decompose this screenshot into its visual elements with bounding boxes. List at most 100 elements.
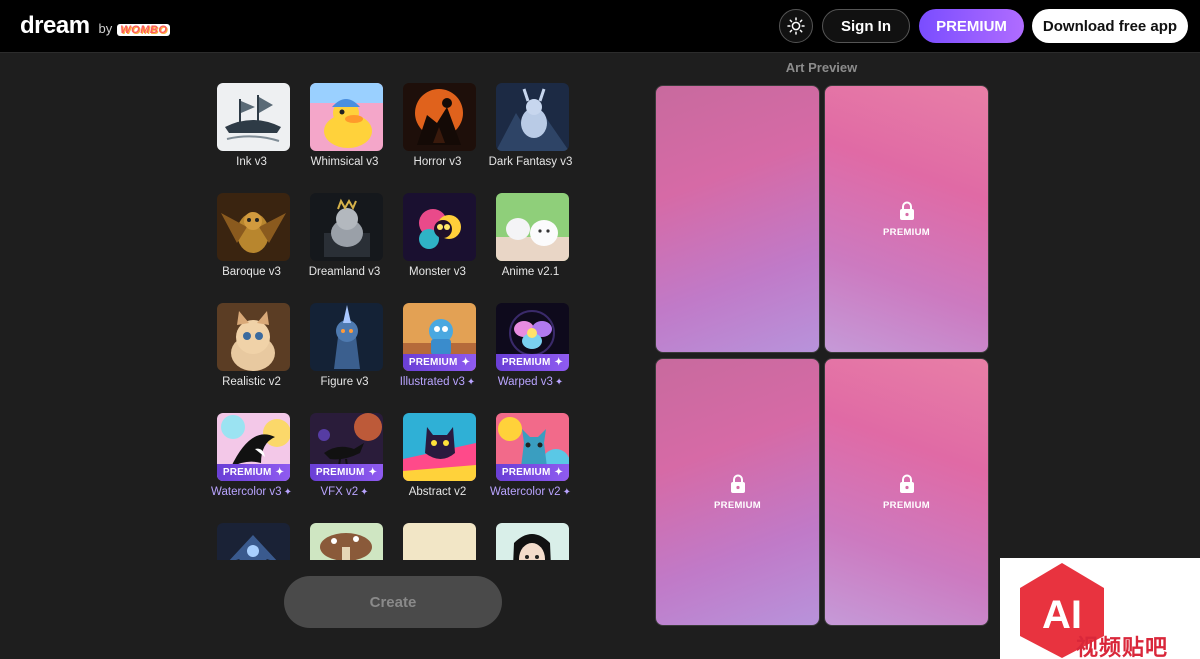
premium-badge-label: PREMIUM xyxy=(222,467,272,478)
sparkle-icon: ✦ xyxy=(562,487,571,498)
style-thumbnail xyxy=(496,83,569,151)
style-tile[interactable]: Realistic v2 xyxy=(205,303,298,413)
style-thumbnail xyxy=(217,303,290,371)
style-thumbnail: PREMIUM ✦ xyxy=(403,303,476,371)
style-thumbnail-image xyxy=(217,303,290,371)
sparkle-icon: ✦ xyxy=(554,357,564,368)
style-thumbnail-image xyxy=(217,83,290,151)
style-thumbnail-image xyxy=(496,193,569,261)
style-tile[interactable]: Baroque v3 xyxy=(205,193,298,303)
style-label: Figure v3 xyxy=(292,376,397,388)
preview-card-1[interactable] xyxy=(655,85,820,353)
lock-icon xyxy=(899,201,914,220)
style-tile[interactable]: Monster v3 xyxy=(391,193,484,303)
premium-badge: PREMIUM ✦ xyxy=(496,464,569,481)
sparkle-icon: ✦ xyxy=(368,467,378,478)
style-label-text: VFX v2 xyxy=(320,486,359,498)
style-label: Anime v2.1 xyxy=(478,266,583,278)
style-thumbnail xyxy=(496,523,569,560)
style-tile[interactable] xyxy=(298,523,391,560)
premium-badge: PREMIUM ✦ xyxy=(496,354,569,371)
logo[interactable]: dream by WOMBO xyxy=(20,12,171,40)
style-label: Monster v3 xyxy=(385,266,490,278)
style-thumbnail-image xyxy=(310,303,383,371)
style-tile[interactable] xyxy=(484,523,577,560)
style-label: Horror v3 xyxy=(385,156,490,168)
style-thumbnail-image xyxy=(217,523,290,560)
style-thumbnail xyxy=(310,193,383,261)
premium-badge: PREMIUM ✦ xyxy=(403,354,476,371)
style-tile[interactable]: Dreamland v3 xyxy=(298,193,391,303)
style-thumbnail xyxy=(310,83,383,151)
logo-dream: dream xyxy=(20,12,90,39)
premium-button[interactable]: PREMIUM xyxy=(919,9,1024,43)
style-thumbnail-image xyxy=(403,193,476,261)
sparkle-icon: ✦ xyxy=(554,377,564,388)
style-label: Abstract v2 xyxy=(385,486,490,498)
style-thumbnail-image xyxy=(310,523,383,560)
style-tile[interactable]: Dark Fantasy v3 xyxy=(484,83,577,193)
style-tile[interactable]: Ink v3 xyxy=(205,83,298,193)
style-thumbnail xyxy=(403,413,476,481)
style-thumbnail xyxy=(217,193,290,261)
style-thumbnail-image xyxy=(310,83,383,151)
preview-card-label: PREMIUM xyxy=(883,499,930,511)
style-tile[interactable]: Whimsical v3 xyxy=(298,83,391,193)
style-label: Dreamland v3 xyxy=(292,266,397,278)
sign-in-button[interactable]: Sign In xyxy=(822,9,910,43)
style-label-text: Horror v3 xyxy=(413,156,462,168)
style-label-text: Ink v3 xyxy=(236,156,267,168)
style-label-text: Anime v2.1 xyxy=(501,266,560,278)
style-label: Realistic v2 xyxy=(205,376,304,388)
style-tile[interactable]: PREMIUM ✦ Watercolor v3 ✦ xyxy=(205,413,298,523)
style-tile[interactable] xyxy=(391,523,484,560)
style-thumbnail xyxy=(496,193,569,261)
style-tile[interactable]: PREMIUM ✦ Illustrated v3 ✦ xyxy=(391,303,484,413)
style-label: Warped v3 ✦ xyxy=(478,376,583,388)
style-thumbnail xyxy=(403,193,476,261)
premium-badge-label: PREMIUM xyxy=(315,467,365,478)
style-tile[interactable]: Horror v3 xyxy=(391,83,484,193)
style-tile[interactable] xyxy=(205,523,298,560)
preview-card-4[interactable]: PREMIUM xyxy=(824,358,989,626)
style-grid-scroll[interactable]: Ink v3 Whimsical v3 Horror v3 Dark Fantasy … xyxy=(205,60,585,560)
style-tile[interactable]: PREMIUM ✦ Warped v3 ✦ xyxy=(484,303,577,413)
style-tile[interactable]: PREMIUM ✦ VFX v2 ✦ xyxy=(298,413,391,523)
style-thumbnail-image xyxy=(403,413,476,481)
style-tile[interactable]: PREMIUM ✦ Watercolor v2 ✦ xyxy=(484,413,577,523)
premium-badge: PREMIUM ✦ xyxy=(217,464,290,481)
theme-toggle-button[interactable] xyxy=(779,9,813,43)
style-label: Dark Fantasy v3 xyxy=(478,156,583,168)
style-label: Watercolor v3 ✦ xyxy=(205,486,304,498)
preview-card-label: PREMIUM xyxy=(883,226,930,238)
preview-card-label: PREMIUM xyxy=(714,499,761,511)
logo-wombo: WOMBO xyxy=(117,24,171,36)
art-preview-title: Art Preview xyxy=(785,60,858,75)
preview-card-2[interactable]: PREMIUM xyxy=(824,85,989,353)
sparkle-icon: ✦ xyxy=(275,467,285,478)
style-label-text: Watercolor v3 xyxy=(211,486,282,498)
premium-badge-label: PREMIUM xyxy=(501,357,551,368)
watermark-text: 视频贴吧 xyxy=(1076,635,1169,659)
sparkle-icon: ✦ xyxy=(554,467,564,478)
style-thumbnail: PREMIUM ✦ xyxy=(310,413,383,481)
style-thumbnail: PREMIUM ✦ xyxy=(496,413,569,481)
style-label: Baroque v3 xyxy=(205,266,304,278)
style-tile[interactable]: Figure v3 xyxy=(298,303,391,413)
style-thumbnail xyxy=(310,523,383,560)
preview-card-3[interactable]: PREMIUM xyxy=(655,358,820,626)
logo-by: by xyxy=(98,21,113,36)
style-thumbnail xyxy=(217,83,290,151)
download-app-button[interactable]: Download free app xyxy=(1032,9,1188,43)
style-label-text: Illustrated v3 xyxy=(399,376,465,388)
style-thumbnail-image xyxy=(403,523,476,560)
style-tile[interactable]: Abstract v2 xyxy=(391,413,484,523)
style-tile[interactable]: Anime v2.1 xyxy=(484,193,577,303)
create-button[interactable]: Create xyxy=(284,576,502,628)
style-label-text: Baroque v3 xyxy=(222,266,281,278)
style-label-text: Watercolor v2 xyxy=(490,486,561,498)
style-grid: Ink v3 Whimsical v3 Horror v3 Dark Fantasy … xyxy=(205,83,577,560)
style-label: VFX v2 ✦ xyxy=(292,486,397,498)
style-thumbnail: PREMIUM ✦ xyxy=(496,303,569,371)
style-thumbnail xyxy=(217,523,290,560)
